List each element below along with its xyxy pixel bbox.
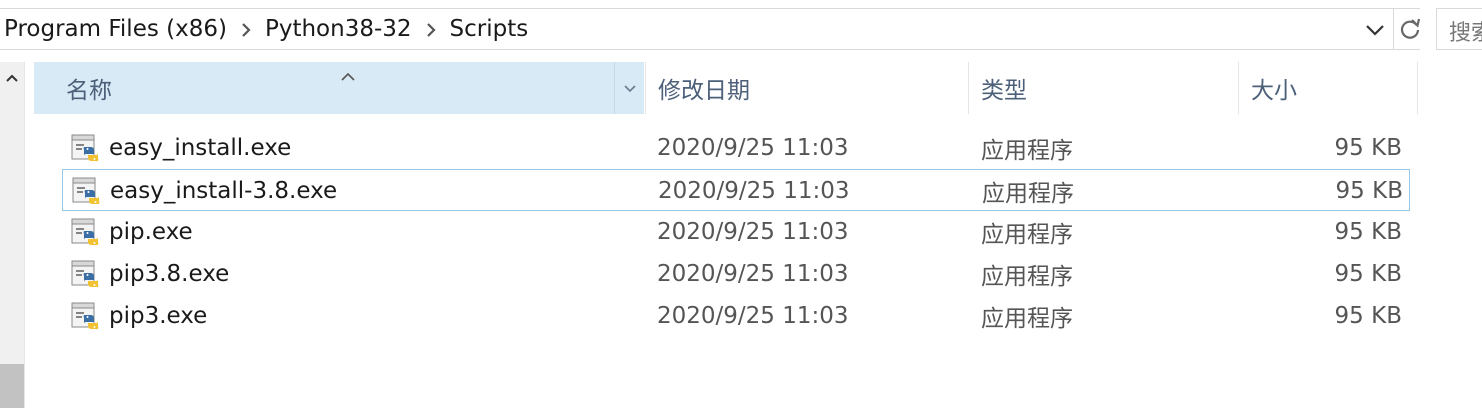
- file-name[interactable]: easy_install.exe: [109, 127, 291, 169]
- file-size: 95 KB: [1334, 219, 1402, 245]
- file-modified-date: 2020/9/25 11:03: [657, 219, 849, 245]
- scroll-up-icon[interactable]: [2, 68, 22, 88]
- file-modified-date: 2020/9/25 11:03: [657, 135, 849, 161]
- file-name[interactable]: pip.exe: [109, 211, 193, 253]
- file-name[interactable]: easy_install-3.8.exe: [110, 170, 337, 212]
- file-size: 95 KB: [1334, 303, 1402, 329]
- column-headers: 名称 修改日期 类型 大小: [34, 62, 1420, 114]
- address-history-dropdown[interactable]: [1360, 15, 1390, 45]
- file-type: 应用程序: [981, 306, 1073, 332]
- breadcrumb-item-scripts[interactable]: Scripts: [450, 16, 529, 42]
- breadcrumb-item-python[interactable]: Python38-32: [265, 16, 412, 42]
- python-exe-icon: [68, 211, 102, 253]
- column-header-type[interactable]: 类型: [968, 62, 1238, 114]
- chevron-down-icon: [623, 85, 636, 93]
- file-type: 应用程序: [981, 222, 1073, 248]
- file-row[interactable]: pip3.8.exe 2020/9/25 11:03 应用程序 95 KB: [62, 253, 1410, 295]
- refresh-icon: [1400, 18, 1421, 39]
- file-list: easy_install.exe 2020/9/25 11:03 应用程序 95…: [62, 127, 1410, 337]
- file-modified-date: 2020/9/25 11:03: [658, 178, 850, 204]
- file-row[interactable]: pip.exe 2020/9/25 11:03 应用程序 95 KB: [62, 211, 1410, 253]
- search-input[interactable]: 搜索: [1436, 8, 1482, 50]
- sort-ascending-icon: [340, 62, 356, 88]
- file-modified-date: 2020/9/25 11:03: [657, 261, 849, 287]
- file-size: 95 KB: [1334, 135, 1402, 161]
- file-name[interactable]: pip3.exe: [109, 295, 207, 337]
- file-type: 应用程序: [982, 181, 1074, 207]
- python-exe-icon: [68, 127, 102, 169]
- file-size: 95 KB: [1335, 178, 1403, 204]
- file-row[interactable]: easy_install.exe 2020/9/25 11:03 应用程序 95…: [62, 127, 1410, 169]
- python-exe-icon: [68, 253, 102, 295]
- file-size: 95 KB: [1334, 261, 1402, 287]
- file-modified-date: 2020/9/25 11:03: [657, 303, 849, 329]
- python-exe-icon: [69, 170, 103, 212]
- address-bar[interactable]: Program Files (x86) Python38-32 Scripts: [0, 8, 1421, 50]
- file-row[interactable]: easy_install-3.8.exe 2020/9/25 11:03 应用程…: [62, 169, 1410, 211]
- chevron-down-icon: [1366, 25, 1384, 36]
- column-header-name-label: 名称: [66, 78, 112, 104]
- scrollbar-thumb[interactable]: [0, 364, 24, 408]
- breadcrumb: Program Files (x86) Python38-32 Scripts: [4, 9, 528, 49]
- python-exe-icon: [68, 295, 102, 337]
- file-type: 应用程序: [981, 138, 1073, 164]
- file-type: 应用程序: [981, 264, 1073, 290]
- column-filter-dropdown[interactable]: [614, 62, 644, 114]
- breadcrumb-chevron-icon[interactable]: [412, 17, 450, 42]
- column-header-name[interactable]: 名称: [34, 62, 644, 114]
- file-name[interactable]: pip3.8.exe: [109, 253, 229, 295]
- file-row[interactable]: pip3.exe 2020/9/25 11:03 应用程序 95 KB: [62, 295, 1410, 337]
- refresh-button[interactable]: [1393, 9, 1426, 49]
- nav-pane-scrollbar[interactable]: [0, 62, 25, 408]
- column-header-date[interactable]: 修改日期: [645, 62, 968, 114]
- breadcrumb-chevron-icon[interactable]: [227, 17, 265, 42]
- column-header-size[interactable]: 大小: [1238, 62, 1418, 114]
- breadcrumb-item-program-files[interactable]: Program Files (x86): [4, 16, 227, 42]
